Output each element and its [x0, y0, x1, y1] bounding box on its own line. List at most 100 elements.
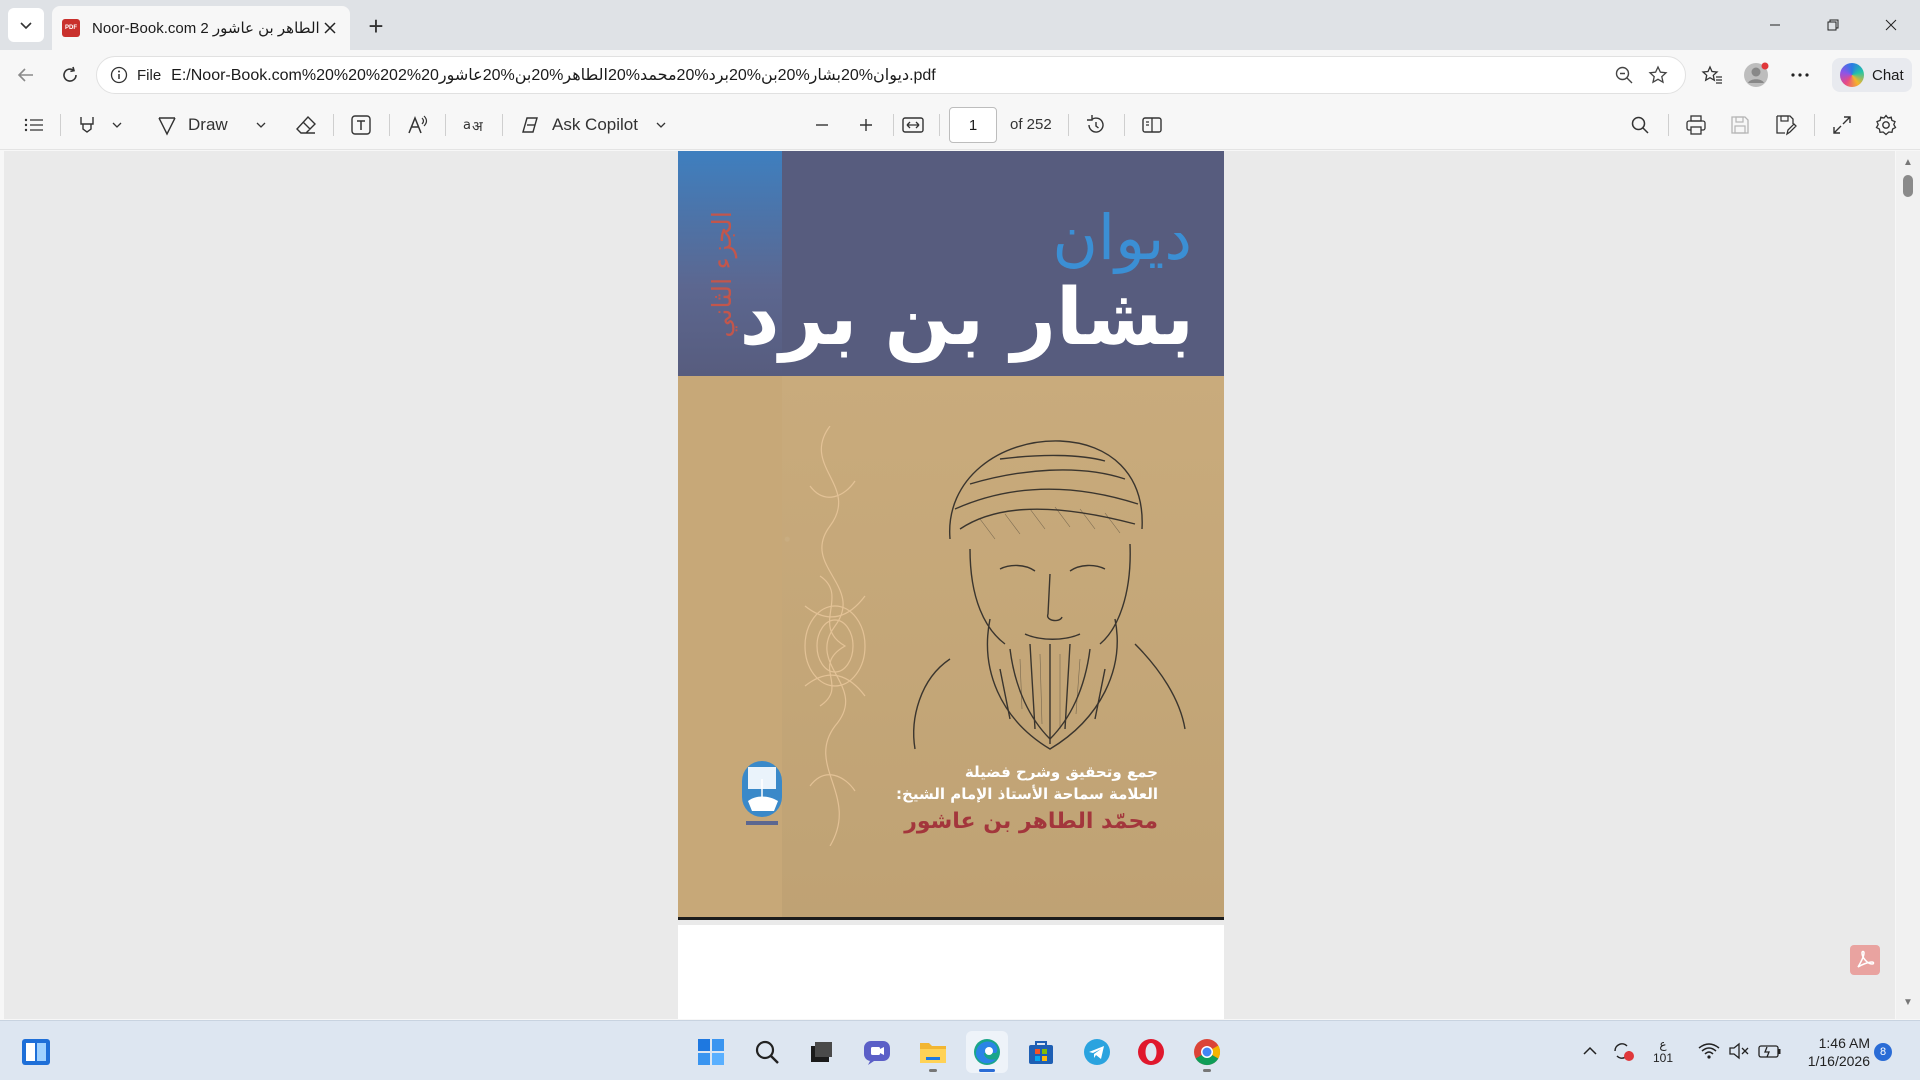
settings-icon: [1875, 114, 1897, 136]
taskbar: ع 101 1:46 AM 1/16/2026 8: [0, 1020, 1920, 1080]
teams-button[interactable]: [856, 1031, 898, 1073]
copilot-chat-button[interactable]: Chat: [1832, 58, 1912, 92]
vertical-scrollbar[interactable]: ▲ ▼: [1896, 151, 1920, 1019]
star-icon[interactable]: [1643, 60, 1673, 90]
file-explorer-icon: [920, 1043, 946, 1063]
fullscreen-icon: [1833, 116, 1851, 134]
more-button[interactable]: [1782, 58, 1818, 92]
tab-close-button[interactable]: [320, 18, 340, 38]
fullscreen-button[interactable]: [1826, 109, 1858, 141]
favorites-button[interactable]: [1694, 58, 1730, 92]
taskbar-search-button[interactable]: [746, 1031, 788, 1073]
opera-icon: [1138, 1039, 1164, 1065]
text-box-button[interactable]: [345, 109, 377, 141]
task-view-icon: [811, 1042, 832, 1062]
highlight-button[interactable]: [72, 109, 102, 141]
zoom-out-icon[interactable]: [1609, 60, 1639, 90]
cover-diwan: ديوان: [1052, 201, 1192, 274]
telegram-button[interactable]: [1076, 1031, 1118, 1073]
copilot-icon: [522, 117, 538, 133]
ask-copilot-button[interactable]: Ask Copilot: [518, 109, 638, 141]
draw-button[interactable]: Draw: [156, 109, 228, 141]
title-bar: PDF Noor-Book.com الطاهر بن عاشور 2 +: [0, 0, 1920, 50]
fit-width-button[interactable]: [897, 109, 929, 141]
chrome-button[interactable]: [1186, 1031, 1228, 1073]
translate-button[interactable]: aअ: [458, 109, 490, 141]
file-explorer-button[interactable]: [912, 1031, 954, 1073]
close-window-button[interactable]: [1862, 0, 1920, 50]
minimize-button[interactable]: [1746, 0, 1804, 50]
highlight-options[interactable]: [106, 109, 128, 141]
tab-list-button[interactable]: [8, 8, 44, 42]
store-button[interactable]: [1020, 1031, 1062, 1073]
close-icon: [324, 22, 336, 34]
opera-button[interactable]: [1130, 1031, 1172, 1073]
acrobat-icon[interactable]: [1850, 945, 1880, 975]
sync-icon: [1614, 1043, 1634, 1061]
draw-icon: [158, 117, 176, 136]
store-icon: [1029, 1041, 1053, 1064]
fit-width-icon: [902, 117, 924, 133]
scroll-down-icon[interactable]: ▼: [1903, 997, 1913, 1008]
scroll-up-icon[interactable]: ▲: [1903, 157, 1913, 168]
pdf-settings-button[interactable]: [1870, 109, 1902, 141]
save-as-button[interactable]: [1770, 109, 1802, 141]
ask-copilot-options[interactable]: [650, 109, 672, 141]
input-language[interactable]: ع 101: [1648, 1031, 1678, 1071]
page-number-input[interactable]: 1: [949, 107, 997, 143]
battery-status[interactable]: [1756, 1031, 1784, 1071]
start-button[interactable]: [690, 1031, 732, 1073]
draw-options[interactable]: [250, 109, 272, 141]
profile-button[interactable]: [1738, 58, 1774, 92]
restore-button[interactable]: [1804, 0, 1862, 50]
address-bar-row: File E:/Noor-Book.com%20%20%202%20ديوان%…: [0, 50, 1920, 100]
zoom-out-button[interactable]: [806, 109, 838, 141]
contents-button[interactable]: [18, 109, 50, 141]
sync-status[interactable]: [1608, 1031, 1638, 1071]
more-icon: [1791, 73, 1809, 77]
chrome-icon: [1194, 1039, 1221, 1066]
chevron-down-icon: [112, 122, 122, 128]
lang-top: ع: [1659, 1037, 1667, 1051]
read-aloud-button[interactable]: [402, 109, 434, 141]
new-tab-button[interactable]: +: [360, 10, 392, 42]
pdf-viewer[interactable]: الجزء الثاني ديوان بشار بن برد جمع وتحقي…: [4, 151, 1895, 1019]
print-button[interactable]: [1680, 109, 1712, 141]
zoom-in-button[interactable]: [850, 109, 882, 141]
cover-poet-name: بشار بن برد: [739, 273, 1194, 363]
volume-status[interactable]: [1726, 1031, 1752, 1071]
page-view-button[interactable]: [1136, 109, 1168, 141]
task-view-button[interactable]: [800, 1031, 842, 1073]
pdf-page-1: الجزء الثاني ديوان بشار بن برد جمع وتحقي…: [678, 151, 1224, 920]
eraser-button[interactable]: [290, 109, 322, 141]
find-button[interactable]: [1624, 109, 1656, 141]
print-icon: [1686, 115, 1706, 135]
info-icon[interactable]: [109, 65, 129, 85]
show-hidden-icons[interactable]: [1576, 1031, 1604, 1071]
text-box-icon: [351, 115, 371, 135]
rotate-button[interactable]: [1080, 109, 1112, 141]
close-icon: [1885, 19, 1897, 31]
wifi-status[interactable]: [1696, 1031, 1722, 1071]
scroll-thumb[interactable]: [1903, 175, 1913, 197]
url-text[interactable]: E:/Noor-Book.com%20%20%202%20ديوان%20بشا…: [171, 65, 1605, 85]
system-clock[interactable]: 1:46 AM 1/16/2026: [1790, 1034, 1870, 1070]
browser-tab[interactable]: PDF Noor-Book.com الطاهر بن عاشور 2: [52, 6, 350, 50]
cover-author: محمّد الطاهر بن عاشور: [904, 809, 1158, 834]
save-button[interactable]: [1724, 109, 1756, 141]
address-bar[interactable]: File E:/Noor-Book.com%20%20%202%20ديوان%…: [96, 56, 1686, 94]
lang-bottom: 101: [1652, 1051, 1674, 1065]
edge-button[interactable]: [966, 1031, 1008, 1073]
notification-badge[interactable]: 8: [1874, 1043, 1892, 1061]
pdf-toolbar: Draw aअ Ask Copilot 1 of 252: [0, 100, 1920, 150]
refresh-button[interactable]: [52, 58, 88, 92]
back-button[interactable]: [8, 58, 44, 92]
back-icon: [17, 68, 33, 82]
cover-credit: جمع وتحقيق وشرح فضيلة العلامة سماحة الأس…: [896, 761, 1158, 834]
url-scheme: File: [137, 66, 162, 84]
refresh-icon: [63, 66, 77, 82]
widgets-button[interactable]: [15, 1031, 57, 1073]
chevron-down-icon: [256, 122, 266, 128]
svg-text:अ: अ: [472, 119, 483, 135]
tab-title: Noor-Book.com الطاهر بن عاشور 2: [92, 20, 320, 37]
